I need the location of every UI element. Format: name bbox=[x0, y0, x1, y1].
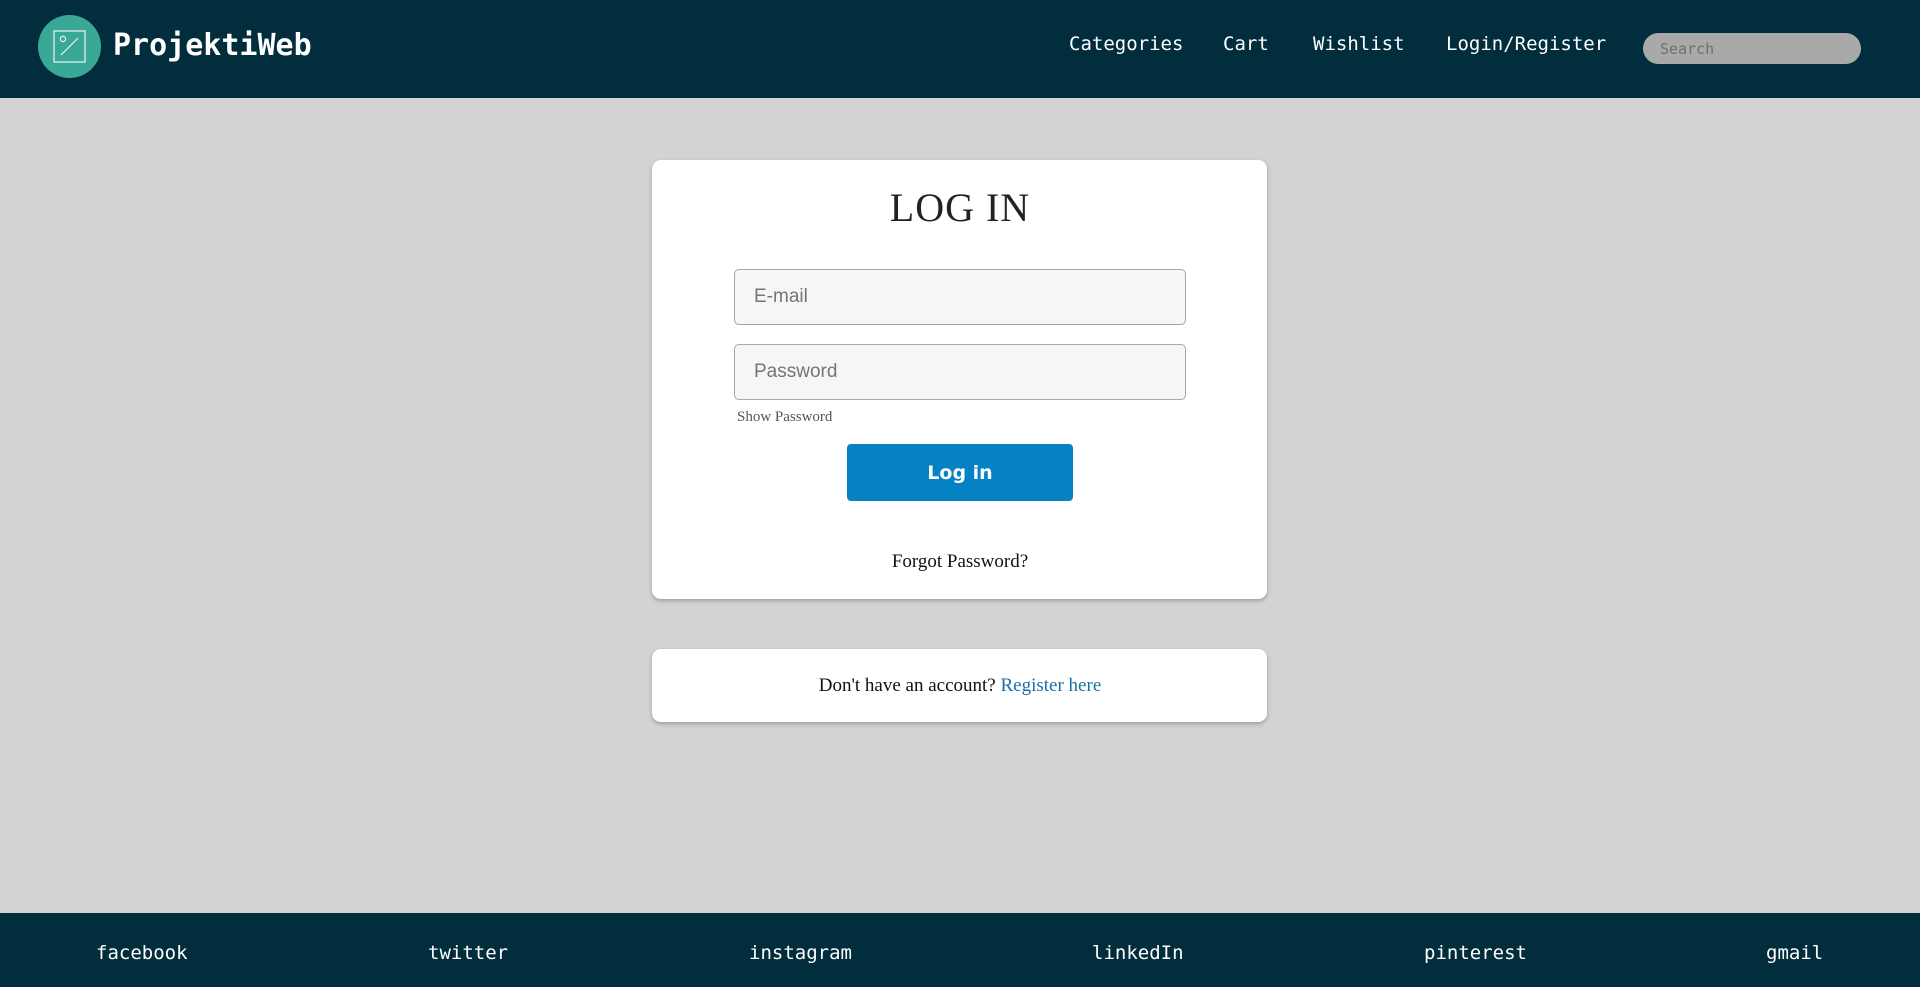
footer-link-gmail[interactable]: gmail bbox=[1766, 941, 1823, 965]
top-navbar: ProjektiWeb Categories Cart Wishlist Log… bbox=[0, 0, 1920, 98]
search-input[interactable] bbox=[1643, 33, 1861, 64]
forgot-password-row: Forgot Password? bbox=[0, 550, 1920, 574]
email-field[interactable] bbox=[734, 269, 1186, 325]
footer-link-instagram[interactable]: instagram bbox=[749, 941, 852, 965]
nav-wishlist[interactable]: Wishlist bbox=[1313, 32, 1405, 56]
nav-cart[interactable]: Cart bbox=[1223, 32, 1269, 56]
footer-link-pinterest[interactable]: pinterest bbox=[1424, 941, 1527, 965]
register-link[interactable]: Register here bbox=[1000, 675, 1101, 696]
register-prompt-text: Don't have an account? bbox=[818, 675, 996, 696]
footer-link-linkedin[interactable]: linkedIn bbox=[1092, 941, 1184, 965]
footer-link-twitter[interactable]: twitter bbox=[428, 941, 508, 965]
login-button[interactable]: Log in bbox=[847, 444, 1073, 501]
footer-link-facebook[interactable]: facebook bbox=[96, 941, 188, 965]
show-password-toggle[interactable]: Show Password bbox=[737, 407, 832, 427]
logo[interactable] bbox=[38, 15, 101, 78]
password-field[interactable] bbox=[734, 344, 1186, 400]
register-prompt-row: Don't have an account? Register here bbox=[0, 674, 1920, 698]
forgot-password-link[interactable]: Forgot Password? bbox=[892, 551, 1028, 572]
login-title: LOG IN bbox=[889, 185, 1031, 230]
nav-categories[interactable]: Categories bbox=[1069, 32, 1183, 56]
nav-login-register[interactable]: Login/Register bbox=[1446, 32, 1606, 56]
footer bbox=[0, 913, 1920, 987]
brand-name[interactable]: ProjektiWeb bbox=[113, 26, 312, 66]
image-placeholder-icon bbox=[53, 30, 86, 63]
